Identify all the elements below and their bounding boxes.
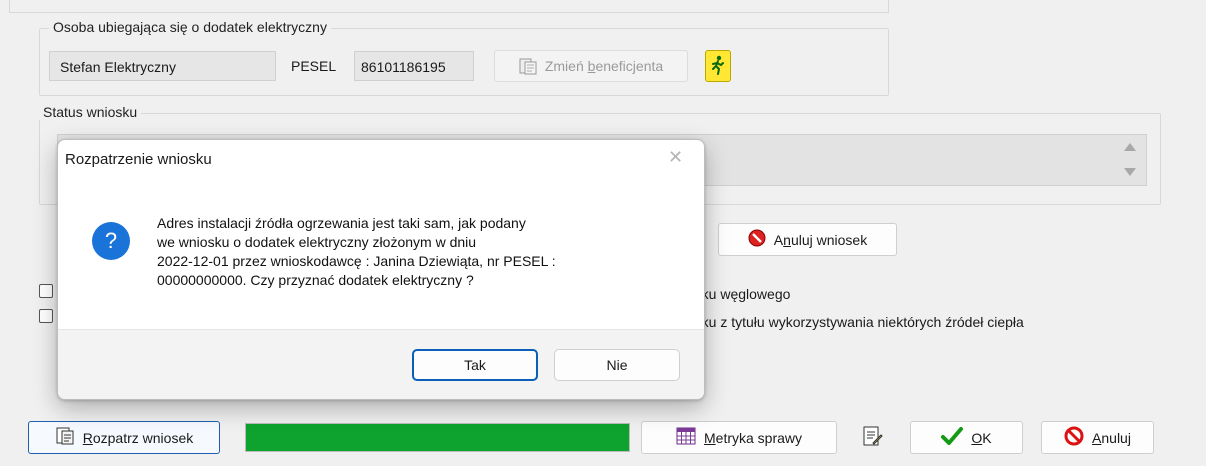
dialog-message-line: 00000000000. Czy przyznać dodatek elektr… <box>157 272 474 288</box>
ok-button[interactable]: OK <box>910 421 1023 454</box>
no-entry-icon <box>748 229 766 250</box>
case-metrics-button[interactable]: Metryka sprawy <box>641 421 837 454</box>
pesel-field: 86101186195 <box>354 51 474 81</box>
running-person-button[interactable] <box>705 50 731 82</box>
status-scroll-up[interactable] <box>1124 143 1136 151</box>
document-edit-button[interactable] <box>855 422 889 453</box>
dialog-close-button[interactable]: ✕ <box>668 147 683 168</box>
question-icon: ? <box>92 222 130 260</box>
top-panel-edge <box>9 0 889 13</box>
document-review-icon <box>55 427 75 448</box>
checkbox-heat-sources-allowance[interactable] <box>39 309 53 323</box>
cancel-button[interactable]: Anuluj <box>1041 421 1154 454</box>
status-scroll-down[interactable] <box>1124 168 1136 176</box>
dialog-message-line: 2022-12-01 przez wnioskodawcę : Janina D… <box>157 253 556 269</box>
dialog-title: Rozpatrzenie wniosku <box>65 151 212 168</box>
calendar-grid-icon <box>676 427 696 448</box>
change-beneficiary-icon <box>519 57 537 75</box>
dialog-footer: Tak Nie <box>58 329 704 399</box>
progress-bar <box>245 423 630 452</box>
dialog-message-line: Adres instalacji źródła ogrzewania jest … <box>157 215 526 231</box>
no-entry-icon <box>1064 426 1084 449</box>
checkbox-coal-allowance-label: atku węglowego <box>690 286 791 302</box>
applicant-name-field: Stefan Elektryczny <box>49 51 276 81</box>
cancel-application-button[interactable]: Anuluj wniosek <box>718 223 897 256</box>
pesel-label: PESEL <box>291 58 337 74</box>
status-group-title: Status wniosku <box>39 104 142 120</box>
review-application-button[interactable]: Rozpatrz wniosek <box>28 421 220 454</box>
checkmark-icon <box>941 427 964 448</box>
progress-bar-fill <box>246 424 629 451</box>
checkbox-coal-allowance[interactable] <box>39 284 53 298</box>
change-beneficiary-button[interactable]: Zmień beneficjenta <box>494 50 688 82</box>
dialog-message: Adres instalacji źródła ogrzewania jest … <box>157 214 556 290</box>
document-edit-icon <box>861 425 883 450</box>
no-button[interactable]: Nie <box>554 349 680 381</box>
checkbox-heat-sources-label: atku z tytułu wykorzystywania niektórych… <box>690 314 1024 330</box>
dialog-message-line: we wniosku o dodatek elektryczny złożony… <box>157 234 477 250</box>
yes-button[interactable]: Tak <box>412 349 538 381</box>
applicant-group-title: Osoba ubiegająca się o dodatek elektrycz… <box>49 19 331 35</box>
review-dialog: Rozpatrzenie wniosku ✕ ? Adres instalacj… <box>57 139 705 400</box>
running-person-icon <box>710 55 726 78</box>
